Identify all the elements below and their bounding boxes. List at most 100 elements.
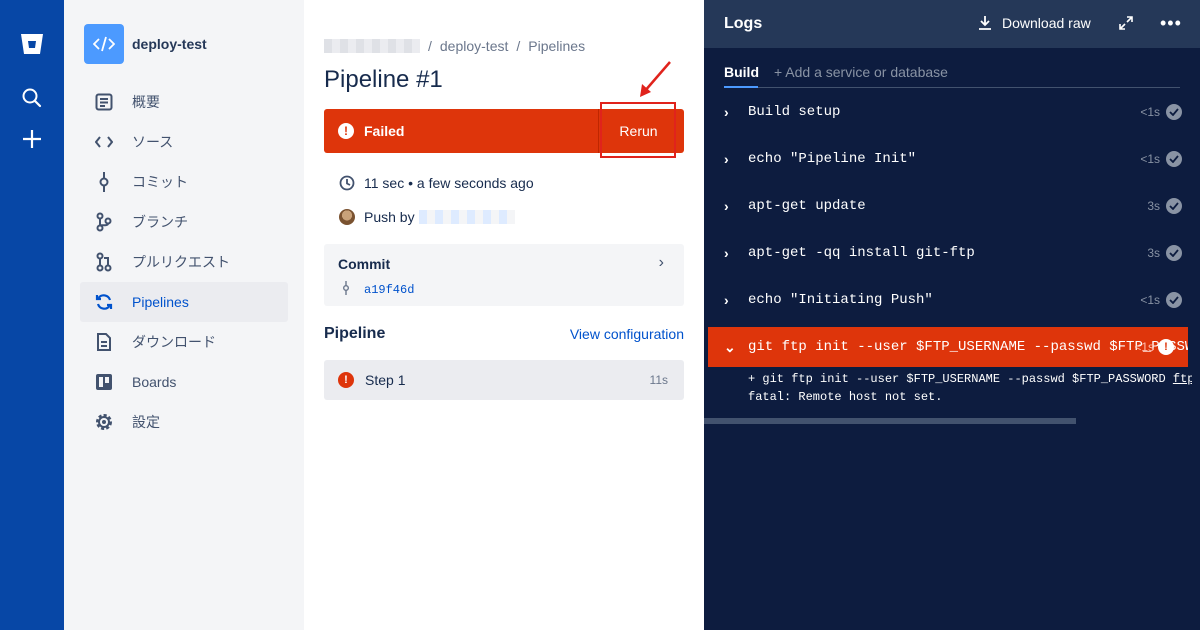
bitbucket-logo-icon[interactable] — [18, 30, 46, 58]
log-output-line: fatal: Remote host not set. — [748, 390, 943, 404]
sidebar-item-pipelines[interactable]: Pipelines — [80, 282, 288, 322]
search-icon[interactable] — [18, 84, 46, 112]
sidebar-item-branches[interactable]: ブランチ — [80, 202, 288, 242]
push-by-row: Push by — [338, 208, 515, 226]
commit-icon — [343, 281, 349, 295]
tab-build[interactable]: Build — [724, 64, 759, 80]
log-step-command: echo "Initiating Push" — [748, 292, 933, 308]
check-icon — [1166, 245, 1182, 261]
chevron-right-icon: › — [724, 292, 729, 308]
log-step-command: apt-get update — [748, 198, 866, 214]
commit-hash-link[interactable]: a19f46d — [364, 283, 414, 297]
global-nav — [0, 0, 64, 630]
error-icon: ! — [1158, 339, 1174, 355]
project-avatar — [84, 24, 124, 64]
add-service-link[interactable]: + Add a service or database — [774, 64, 948, 80]
pipelines-icon — [92, 290, 116, 314]
horizontal-scrollbar[interactable] — [704, 418, 1076, 424]
log-step-duration: <1s — [1140, 293, 1160, 307]
gear-icon — [92, 410, 116, 434]
step-duration: 11s — [649, 373, 668, 387]
boards-icon — [92, 370, 116, 394]
redacted-workspace[interactable] — [324, 39, 420, 53]
sidebar-item-pull-requests[interactable]: プルリクエスト — [80, 242, 288, 282]
sidebar-item-settings[interactable]: 設定 — [80, 402, 288, 442]
page-title: Pipeline #1 — [324, 66, 443, 93]
project-header[interactable]: deploy-test — [84, 24, 207, 64]
logs-panel: Logs Download raw ••• Build + Add a serv… — [704, 0, 1200, 630]
chevron-right-icon: › — [724, 151, 729, 167]
sidebar-item-label: Pipelines — [132, 294, 189, 310]
download-raw-button[interactable]: Download raw — [978, 15, 1091, 31]
sidebar-item-label: ソース — [132, 134, 174, 150]
redacted-username[interactable] — [418, 210, 515, 224]
log-step-row[interactable]: › echo "Initiating Push" <1s — [704, 280, 1200, 320]
sidebar-item-source[interactable]: ソース — [80, 122, 288, 162]
sidebar-item-label: Boards — [132, 374, 177, 390]
sidebar-item-overview[interactable]: 概要 — [80, 82, 288, 122]
chevron-right-icon: › — [724, 104, 729, 120]
check-icon — [1166, 292, 1182, 308]
more-options-icon[interactable]: ••• — [1160, 13, 1182, 34]
breadcrumb-separator: / — [428, 38, 432, 54]
view-configuration-link[interactable]: View configuration — [570, 326, 684, 342]
log-step-duration: <1s — [1140, 105, 1160, 119]
sidebar-item-downloads[interactable]: ダウンロード — [80, 322, 288, 362]
step-row[interactable]: ! Step 1 11s — [324, 360, 684, 400]
duration-text: 11 sec • a few seconds ago — [364, 175, 534, 191]
log-step-command: Build setup — [748, 104, 841, 120]
project-sidebar: deploy-test 概要 ソース コミット ブランチ プルリクエスト Pip… — [64, 0, 304, 630]
log-step-duration: 3s — [1147, 199, 1160, 213]
logs-header: Logs Download raw ••• — [704, 0, 1200, 48]
chevron-right-icon[interactable]: › — [659, 254, 664, 272]
log-output-text: + git ftp init --user $FTP_USERNAME --pa… — [748, 372, 1173, 386]
code-icon — [93, 36, 115, 52]
sidebar-item-boards[interactable]: Boards — [80, 362, 288, 402]
check-icon — [1166, 198, 1182, 214]
log-step-row[interactable]: › apt-get update 3s — [704, 186, 1200, 226]
log-step-row[interactable]: › apt-get -qq install git-ftp 3s — [704, 233, 1200, 273]
log-output-line: + git ftp init --user $FTP_USERNAME --pa… — [748, 372, 1192, 386]
avatar — [338, 208, 356, 226]
code-icon — [92, 130, 116, 154]
overview-icon — [92, 90, 116, 114]
download-icon — [979, 16, 991, 30]
sidebar-item-label: ブランチ — [132, 214, 188, 230]
sidebar-item-label: 概要 — [132, 94, 160, 110]
step-label: Step 1 — [365, 372, 406, 388]
breadcrumb-separator: / — [516, 38, 521, 54]
breadcrumb-pipelines[interactable]: Pipelines — [528, 38, 585, 54]
log-step-row[interactable]: › Build setup <1s — [704, 92, 1200, 132]
tab-divider — [724, 87, 1180, 88]
plus-icon[interactable] — [18, 125, 46, 153]
sidebar-item-commits[interactable]: コミット — [80, 162, 288, 202]
log-step-row[interactable]: › echo "Pipeline Init" <1s — [704, 139, 1200, 179]
expand-icon[interactable] — [1118, 15, 1134, 31]
breadcrumb-project[interactable]: deploy-test — [440, 38, 508, 54]
rerun-highlight-box — [600, 102, 676, 158]
pull-request-icon — [92, 250, 116, 274]
breadcrumb: / deploy-test / Pipelines — [324, 38, 585, 54]
chevron-right-icon: › — [724, 245, 729, 261]
log-step-command: echo "Pipeline Init" — [748, 151, 917, 167]
check-icon — [1166, 151, 1182, 167]
branch-icon — [92, 210, 116, 234]
commit-card[interactable]: Commit › a19f46d — [324, 244, 684, 306]
log-step-duration: 3s — [1147, 246, 1160, 260]
error-icon: ! — [338, 123, 354, 139]
chevron-right-icon: › — [724, 198, 729, 214]
project-name: deploy-test — [132, 36, 207, 52]
download-raw-label: Download raw — [1002, 15, 1091, 31]
log-step-duration: <1s — [1140, 152, 1160, 166]
logs-title: Logs — [724, 15, 763, 32]
sidebar-item-label: プルリクエスト — [132, 254, 230, 270]
pipeline-section-title: Pipeline — [324, 325, 386, 342]
duration-row: 11 sec • a few seconds ago — [338, 174, 534, 192]
log-step-command: apt-get -qq install git-ftp — [748, 245, 975, 261]
sidebar-item-label: ダウンロード — [132, 334, 216, 350]
chevron-down-icon: ⌄ — [724, 338, 736, 355]
log-step-row-failed[interactable]: ⌄ git ftp init --user $FTP_USERNAME --pa… — [708, 327, 1188, 367]
log-output-link[interactable]: ftp — [1173, 372, 1192, 386]
error-icon: ! — [338, 372, 354, 388]
push-by-label: Push by — [364, 209, 415, 225]
